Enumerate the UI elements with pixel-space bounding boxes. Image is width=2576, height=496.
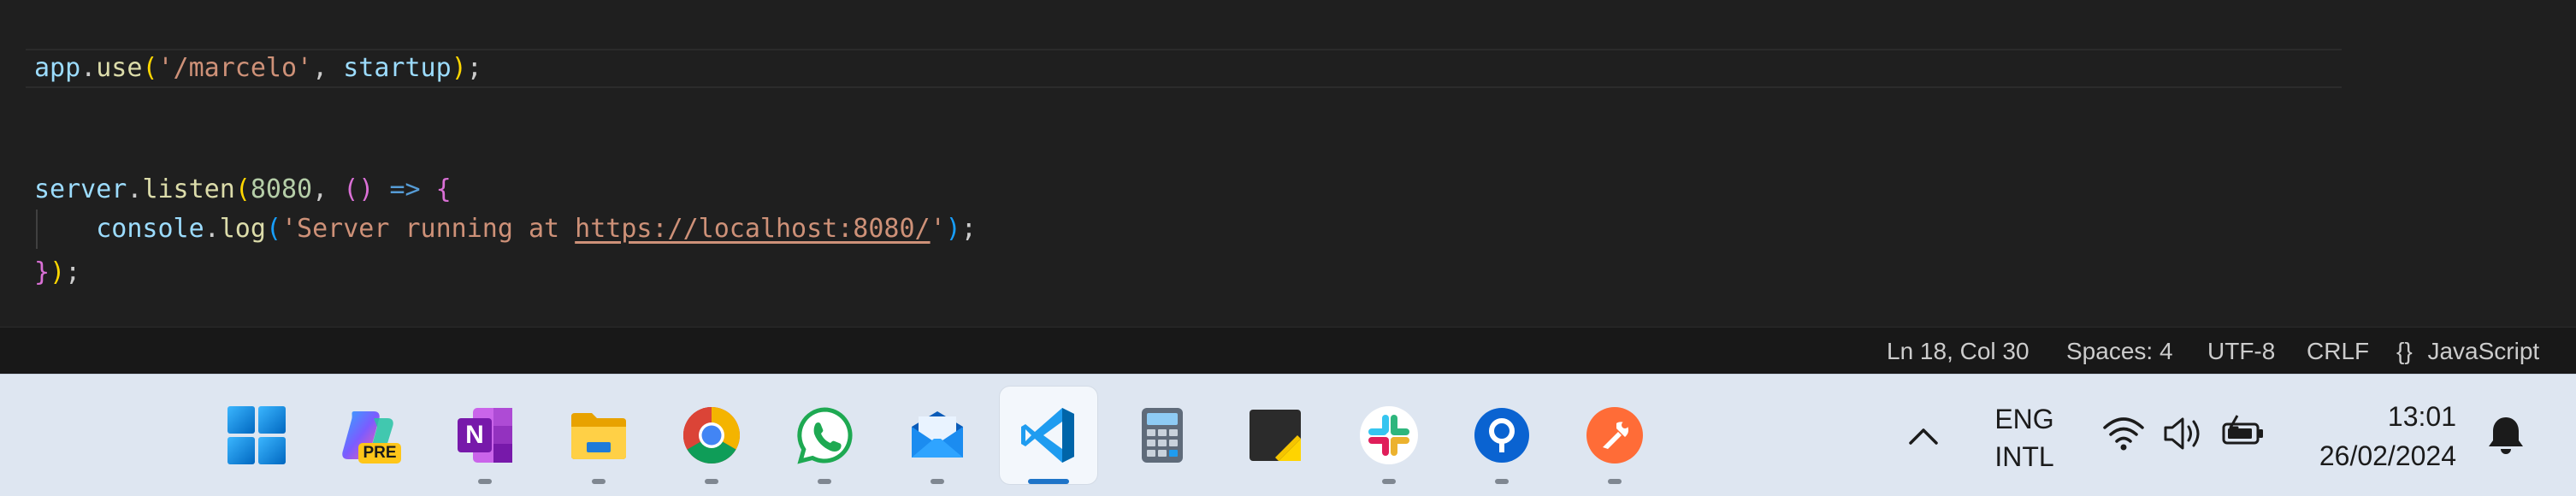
indentation-setting[interactable]: Spaces: 4 — [2066, 328, 2173, 375]
code-token: startup — [343, 53, 452, 83]
code-token: ) — [50, 257, 66, 287]
code-token: ' — [930, 214, 946, 244]
braces-icon: {} — [2396, 338, 2413, 364]
clock-time: 13:01 — [2387, 401, 2456, 432]
running-indicator — [1495, 479, 1509, 484]
running-indicator — [592, 479, 606, 484]
code-token: , — [312, 53, 344, 83]
status-bar: Ln 18, Col 30 Spaces: 4 UTF-8 CRLF {} Ja… — [0, 327, 2576, 374]
language-label: JavaScript — [2427, 338, 2540, 364]
cursor-position[interactable]: Ln 18, Col 30 — [1887, 328, 2029, 375]
taskbar: PRE N ENG INTL 13:01 26/02/2024 — [0, 374, 2576, 496]
code-token: . — [80, 53, 97, 83]
language-mode[interactable]: {} JavaScript — [2396, 328, 2539, 375]
blue-circle-app-icon — [1474, 408, 1529, 463]
taskbar-app-chrome[interactable] — [663, 387, 760, 484]
encoding-setting[interactable]: UTF-8 — [2207, 328, 2275, 375]
sticky-notes-icon — [1250, 410, 1301, 461]
code-token: => — [389, 174, 421, 204]
code-token: { — [435, 174, 452, 204]
vscode-icon — [1021, 408, 1074, 463]
code-token: 8080 — [250, 174, 313, 204]
code-editor[interactable]: app.use('/marcelo', startup); server.lis… — [0, 0, 2576, 327]
code-line-2[interactable]: server.listen(8080, () => { — [34, 170, 452, 210]
taskbar-app-whatsapp[interactable] — [776, 387, 873, 484]
code-token: server — [34, 174, 127, 204]
code-token: . — [127, 174, 143, 204]
code-token: log — [219, 214, 266, 244]
code-token: listen — [142, 174, 235, 204]
postman-icon — [1586, 407, 1643, 464]
quick-settings[interactable] — [2095, 409, 2266, 460]
taskbar-app-calculator[interactable] — [1114, 387, 1211, 484]
calculator-icon — [1142, 408, 1183, 463]
code-token: ) — [451, 53, 467, 83]
slack-icon — [1360, 406, 1418, 464]
folder-icon — [571, 413, 626, 459]
taskbar-app-copilot[interactable]: PRE — [322, 387, 419, 484]
code-token: ; — [65, 257, 81, 287]
taskbar-app-slack[interactable] — [1340, 387, 1438, 484]
clock[interactable]: 13:01 26/02/2024 — [2289, 397, 2456, 475]
clock-date: 26/02/2024 — [2319, 440, 2456, 471]
windows-start-icon — [227, 406, 286, 464]
code-token: , — [312, 174, 344, 204]
taskbar-app-sticky-notes[interactable] — [1226, 387, 1324, 484]
code-token: } — [34, 257, 50, 287]
running-indicator — [1608, 479, 1622, 484]
input-language-indicator[interactable]: ENG INTL — [1986, 400, 2063, 475]
running-indicator — [931, 479, 944, 484]
chrome-icon — [682, 407, 741, 464]
taskbar-app-postman[interactable] — [1566, 387, 1663, 484]
start-button[interactable] — [208, 387, 305, 484]
code-token: ; — [466, 53, 482, 83]
code-line-1[interactable]: app.use('/marcelo', startup); — [34, 49, 482, 88]
running-indicator — [1382, 479, 1396, 484]
chevron-up-icon[interactable] — [1907, 424, 1940, 446]
code-token: ( — [265, 214, 281, 244]
code-line-4[interactable]: }); — [34, 253, 80, 292]
volume-icon — [2164, 417, 2200, 450]
code-token: ( — [142, 53, 158, 83]
line-ending-setting[interactable]: CRLF — [2307, 328, 2369, 375]
code-token: console — [96, 214, 204, 244]
onenote-letter: N — [465, 421, 484, 449]
language-code: ENG — [1994, 404, 2054, 434]
code-token: use — [96, 53, 143, 83]
running-indicator — [705, 479, 718, 484]
code-token: ; — [960, 214, 977, 244]
bell-icon[interactable] — [2487, 414, 2525, 457]
code-line-3[interactable]: console.log('Server running at https://l… — [34, 210, 977, 249]
running-indicator — [478, 479, 492, 484]
code-token: '/marcelo' — [157, 53, 313, 83]
whatsapp-icon — [797, 407, 853, 464]
battery-charging-icon — [2222, 415, 2263, 445]
preview-badge: PRE — [358, 443, 401, 464]
taskbar-app-onenote[interactable]: N — [436, 387, 534, 484]
code-token: https://localhost:8080/ — [575, 214, 931, 244]
code-token: () — [343, 174, 375, 204]
code-token: . — [204, 214, 220, 244]
code-token: ) — [945, 214, 961, 244]
wifi-icon — [2103, 417, 2144, 451]
taskbar-app-file-explorer[interactable] — [550, 387, 647, 484]
taskbar-app-vscode[interactable] — [1000, 387, 1097, 484]
code-token: 'Server running at — [281, 214, 576, 244]
active-app-indicator — [1028, 479, 1069, 484]
taskbar-app-blue[interactable] — [1453, 387, 1551, 484]
code-token: app — [34, 53, 81, 83]
running-indicator — [818, 479, 831, 484]
keyboard-layout: INTL — [1994, 441, 2054, 472]
code-token: ( — [234, 174, 251, 204]
taskbar-app-mail[interactable] — [889, 387, 986, 484]
mail-icon — [912, 411, 963, 458]
